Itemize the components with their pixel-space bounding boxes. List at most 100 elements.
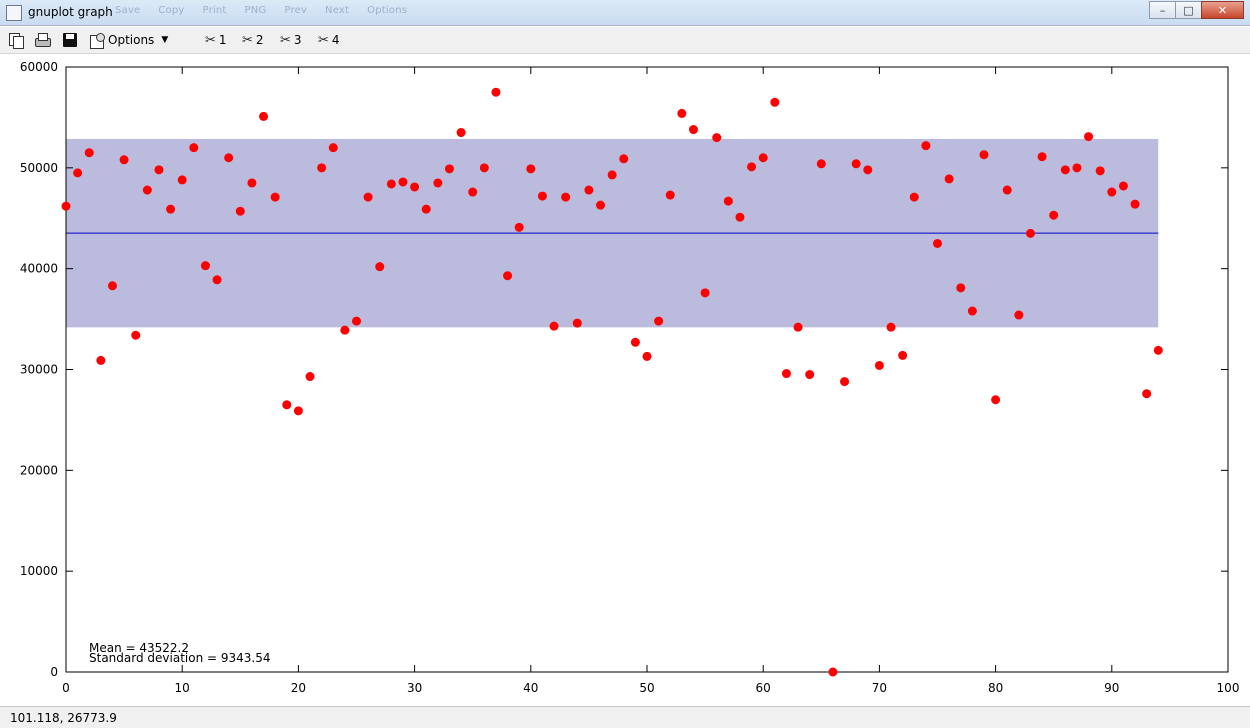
x-tick-label: 30 <box>407 681 422 695</box>
data-point <box>781 369 791 379</box>
scatter-chart: 0 10 20 30 40 50 60 70 80 90 100 0 10000 20000 30000 40… <box>20 60 1240 695</box>
data-point <box>189 143 199 153</box>
options-label: Options <box>108 33 155 47</box>
data-point <box>1014 310 1024 320</box>
y-tick-label: 40000 <box>20 262 58 276</box>
data-point <box>270 192 280 202</box>
data-point <box>700 288 710 298</box>
data-point <box>305 372 315 382</box>
data-point <box>1025 228 1035 238</box>
data-point <box>1095 166 1105 176</box>
y-tick-label: 20000 <box>20 463 58 477</box>
data-point <box>166 204 176 214</box>
bookmark-button-2[interactable]: ✂ 2 <box>242 31 264 49</box>
data-point <box>456 128 466 138</box>
data-point <box>96 355 106 365</box>
data-point <box>607 170 617 180</box>
data-point <box>352 316 361 326</box>
data-point <box>886 322 896 332</box>
window-title: gnuplot graph <box>28 5 113 19</box>
x-tick-label: 50 <box>639 681 654 695</box>
x-tick-label: 100 <box>1217 681 1240 695</box>
data-point <box>491 87 501 97</box>
bookmark-label: 3 <box>293 33 302 47</box>
plot-canvas[interactable]: 0 10 20 30 40 50 60 70 80 90 100 0 10000 20000 30000 40… <box>0 55 1250 705</box>
data-point <box>375 262 385 272</box>
close-icon: ✕ <box>1217 3 1228 17</box>
y-tick-label: 50000 <box>20 161 58 175</box>
gnuplot-app-icon <box>6 5 22 21</box>
data-point <box>735 212 745 222</box>
data-point <box>584 185 594 195</box>
x-tick-label: 40 <box>523 681 538 695</box>
copy-icon <box>8 32 24 49</box>
minimize-button[interactable]: – <box>1149 1 1176 19</box>
data-point <box>317 163 327 173</box>
data-point <box>235 206 245 216</box>
data-point <box>73 168 83 178</box>
status-bar: 101.118, 26773.9 <box>0 706 1250 728</box>
toolbar: Options ▼ ✂ 1 ✂ 2 ✂ 3 ✂ 4 <box>0 27 1250 54</box>
data-point <box>84 148 94 158</box>
data-point <box>119 155 129 165</box>
data-point <box>154 165 164 175</box>
x-tick-label: 60 <box>756 681 771 695</box>
scissors-icon: ✂ <box>280 32 291 48</box>
copy-button[interactable] <box>8 31 24 49</box>
data-point <box>293 406 303 416</box>
bookmark-button-4[interactable]: ✂ 4 <box>318 31 340 49</box>
data-point <box>712 133 722 143</box>
data-point <box>526 164 536 174</box>
data-point <box>874 360 884 370</box>
print-button[interactable] <box>34 31 51 49</box>
data-point <box>723 196 733 206</box>
bookmark-button-1[interactable]: ✂ 1 <box>205 31 227 49</box>
data-point <box>665 190 675 200</box>
close-button[interactable]: ✕ <box>1201 1 1244 19</box>
data-point <box>1084 132 1094 142</box>
data-point <box>421 204 431 214</box>
data-point <box>1130 199 1140 209</box>
data-point <box>619 154 629 164</box>
minimize-icon: – <box>1159 3 1166 17</box>
y-tick-label: 10000 <box>20 564 58 578</box>
x-tick-label: 10 <box>175 681 190 695</box>
data-point <box>863 165 873 175</box>
bookmark-button-3[interactable]: ✂ 3 <box>280 31 302 49</box>
scissors-icon: ✂ <box>242 32 253 48</box>
maximize-icon: □ <box>1183 3 1194 17</box>
data-point <box>1049 210 1059 220</box>
data-point <box>537 191 547 201</box>
std-dev-annotation: Standard deviation = 9343.54 <box>89 651 271 665</box>
faded-menu-item: Copy <box>158 5 185 16</box>
data-point <box>933 238 942 248</box>
data-point <box>410 182 420 192</box>
data-point <box>828 667 838 677</box>
data-point <box>514 222 524 232</box>
data-point <box>921 141 931 151</box>
data-point <box>444 164 454 174</box>
data-point <box>654 316 664 326</box>
data-point <box>1002 185 1012 195</box>
data-point <box>1142 389 1152 399</box>
data-point <box>630 337 640 347</box>
data-point <box>1072 163 1082 173</box>
save-button[interactable] <box>62 31 78 49</box>
data-point <box>1118 181 1128 191</box>
maximize-button[interactable]: □ <box>1175 1 1202 19</box>
data-point <box>677 108 687 118</box>
data-point <box>200 261 210 271</box>
data-point <box>340 325 350 335</box>
y-tick-label: 0 <box>50 665 58 679</box>
bookmark-label: 1 <box>218 33 227 47</box>
scissors-icon: ✂ <box>205 32 216 48</box>
data-point <box>572 318 582 328</box>
data-point <box>979 150 989 160</box>
data-point <box>793 322 803 332</box>
data-point <box>758 153 768 163</box>
y-tick-label: 30000 <box>20 363 58 377</box>
options-button[interactable]: Options ▼ <box>89 31 168 49</box>
data-point <box>642 351 652 361</box>
data-point <box>991 395 1001 405</box>
data-point <box>212 275 222 285</box>
